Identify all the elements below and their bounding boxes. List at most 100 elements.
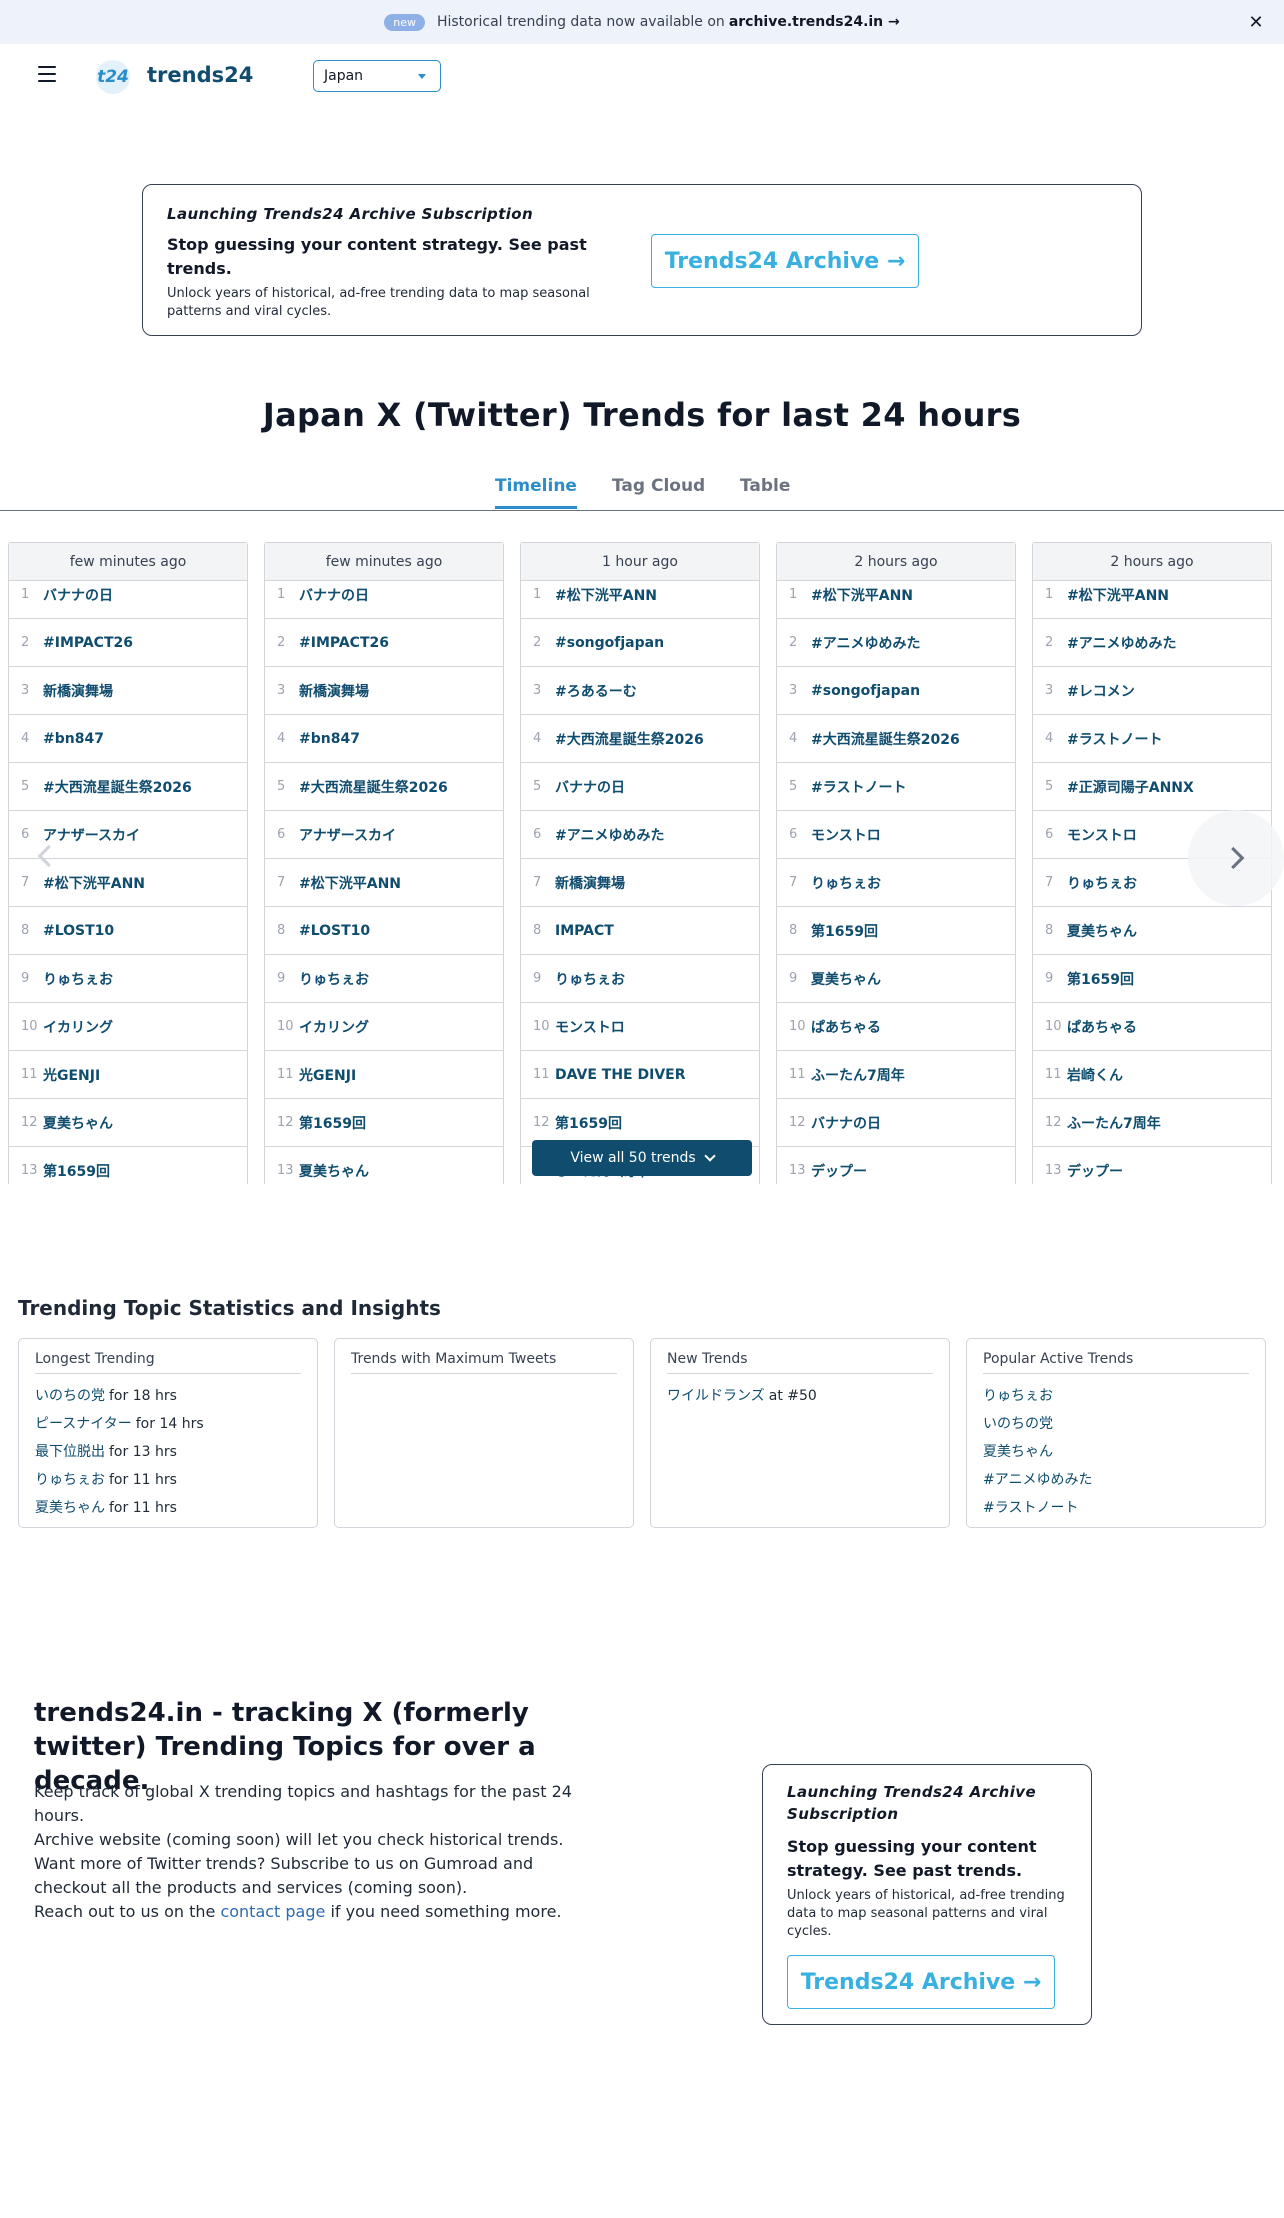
tab-tag-cloud[interactable]: Tag Cloud — [612, 476, 705, 506]
trend-link[interactable]: ふーたん7周年 — [1067, 1113, 1161, 1133]
next-arrow[interactable] — [1188, 810, 1284, 906]
trend-link[interactable]: モンストロ — [811, 825, 881, 845]
trend-link[interactable]: #ろあるーむ — [555, 681, 637, 701]
trend-row: 2 #IMPACT26 — [9, 619, 247, 667]
trend-link[interactable]: 光GENJI — [43, 1065, 100, 1085]
trend-link[interactable]: #松下洸平ANN — [811, 585, 913, 605]
trend-rank: 4 — [277, 731, 286, 746]
archive-button[interactable]: Trends24 Archive → — [787, 1955, 1055, 2009]
trend-link[interactable]: #アニメゆめみた — [1067, 633, 1176, 653]
trend-link[interactable]: #songofjapan — [555, 635, 664, 651]
trend-link[interactable]: #LOST10 — [43, 923, 114, 939]
trend-link[interactable]: 新橋演舞場 — [43, 681, 113, 701]
logo-text[interactable]: trends24 — [147, 63, 253, 87]
trend-row: 13 デップー — [1033, 1147, 1271, 1184]
archive-promo: Launching Trends24 Archive Subscription … — [142, 184, 1142, 336]
trend-rank: 2 — [1045, 635, 1054, 650]
stat-topic-link[interactable]: ワイルドランズ — [667, 1388, 765, 1404]
trend-link[interactable]: バナナの日 — [555, 777, 625, 797]
stat-topic-link[interactable]: いのちの党 — [35, 1388, 105, 1404]
tab-timeline[interactable]: Timeline — [495, 476, 577, 509]
trend-link[interactable]: #songofjapan — [811, 683, 920, 699]
trend-link[interactable]: #大西流星誕生祭2026 — [43, 777, 192, 797]
trend-link[interactable]: モンストロ — [1067, 825, 1137, 845]
trend-link[interactable]: イカリング — [43, 1017, 113, 1037]
stat-topic-link[interactable]: りゅちぇお — [983, 1388, 1053, 1404]
trend-link[interactable]: りゅちぇお — [811, 873, 881, 893]
trend-link[interactable]: #アニメゆめみた — [811, 633, 920, 653]
trend-link[interactable]: 夏美ちゃん — [1067, 921, 1137, 941]
trend-link[interactable]: #ラストノート — [1067, 729, 1162, 749]
trend-link[interactable]: 第1659回 — [811, 921, 878, 941]
trend-link[interactable]: 夏美ちゃん — [43, 1113, 113, 1133]
stat-card: Longest Trending いのちの党 for 18 hrs ピースナイター fo… — [18, 1338, 318, 1528]
trend-link[interactable]: 新橋演舞場 — [555, 873, 625, 893]
trend-link[interactable]: #大西流星誕生祭2026 — [811, 729, 960, 749]
contact-page-link[interactable]: contact page — [220, 1902, 325, 1921]
trend-link[interactable]: #IMPACT26 — [43, 635, 133, 651]
trend-link[interactable]: #松下洸平ANN — [555, 585, 657, 605]
trend-link[interactable]: 第1659回 — [555, 1113, 622, 1133]
trend-link[interactable]: ぱあちゃる — [811, 1017, 881, 1037]
trend-link[interactable]: 夏美ちゃん — [299, 1161, 369, 1181]
view-all-trends-button[interactable]: View all 50 trends — [532, 1140, 752, 1176]
trend-link[interactable]: モンストロ — [555, 1017, 625, 1037]
trend-link[interactable]: #bn847 — [299, 731, 360, 747]
menu-icon[interactable] — [38, 66, 56, 82]
archive-button[interactable]: Trends24 Archive → — [651, 234, 919, 288]
trend-link[interactable]: 新橋演舞場 — [299, 681, 369, 701]
trend-link[interactable]: りゅちぇお — [43, 969, 113, 989]
trend-link[interactable]: バナナの日 — [811, 1113, 881, 1133]
trend-link[interactable]: ぱあちゃる — [1067, 1017, 1137, 1037]
trend-link[interactable]: DAVE THE DIVER — [555, 1067, 686, 1083]
trend-link[interactable]: 第1659回 — [43, 1161, 110, 1181]
trend-link[interactable]: 第1659回 — [1067, 969, 1134, 989]
trend-link[interactable]: バナナの日 — [299, 585, 369, 605]
trend-link[interactable]: バナナの日 — [43, 585, 113, 605]
trend-link[interactable]: IMPACT — [555, 923, 614, 939]
banner-archive-link[interactable]: archive.trends24.in → — [729, 14, 900, 30]
trend-link[interactable]: りゅちぇお — [1067, 873, 1137, 893]
stat-topic-link[interactable]: #ラストノート — [983, 1500, 1078, 1516]
trend-rank: 1 — [1045, 587, 1054, 602]
trend-link[interactable]: #正源司陽子ANNX — [1067, 777, 1194, 797]
stat-topic-link[interactable]: いのちの党 — [983, 1416, 1053, 1432]
close-icon[interactable]: ✕ — [1244, 10, 1268, 34]
trend-row: 3 新橋演舞場 — [265, 667, 503, 715]
trend-link[interactable]: デップー — [811, 1161, 867, 1181]
tab-table[interactable]: Table — [740, 476, 790, 506]
stat-topic-link[interactable]: ピースナイター — [35, 1416, 132, 1432]
trend-link[interactable]: 夏美ちゃん — [811, 969, 881, 989]
stat-topic-link[interactable]: 夏美ちゃん — [35, 1500, 105, 1516]
trend-link[interactable]: #アニメゆめみた — [555, 825, 664, 845]
trend-link[interactable]: #IMPACT26 — [299, 635, 389, 651]
trend-link[interactable]: #bn847 — [43, 731, 104, 747]
trend-link[interactable]: ふーたん7周年 — [811, 1065, 905, 1085]
trend-link[interactable]: #レコメン — [1067, 681, 1135, 701]
trend-link[interactable]: #大西流星誕生祭2026 — [555, 729, 704, 749]
trend-link[interactable]: #松下洸平ANN — [1067, 585, 1169, 605]
trend-link[interactable]: #ラストノート — [811, 777, 906, 797]
trend-link[interactable]: #LOST10 — [299, 923, 370, 939]
trend-link[interactable]: りゅちぇお — [299, 969, 369, 989]
trend-link[interactable]: 岩崎くん — [1067, 1065, 1123, 1085]
trend-rank: 10 — [533, 1019, 550, 1034]
stat-topic-link[interactable]: 最下位脱出 — [35, 1444, 105, 1460]
trend-link[interactable]: イカリング — [299, 1017, 369, 1037]
stat-topic-link[interactable]: りゅちぇお — [35, 1472, 105, 1488]
stat-topic-link[interactable]: #アニメゆめみた — [983, 1472, 1092, 1488]
trend-link[interactable]: アナザースカイ — [299, 825, 396, 845]
prev-arrow[interactable] — [0, 808, 94, 904]
trend-link[interactable]: デップー — [1067, 1161, 1123, 1181]
logo-icon[interactable]: t24 — [96, 60, 130, 94]
trend-link[interactable]: 第1659回 — [299, 1113, 366, 1133]
trend-link[interactable]: 光GENJI — [299, 1065, 356, 1085]
trend-link[interactable]: りゅちぇお — [555, 969, 625, 989]
trend-row: 4 #ラストノート — [1033, 715, 1271, 763]
country-select[interactable]: Japan — [313, 60, 441, 92]
stat-topic-link[interactable]: 夏美ちゃん — [983, 1444, 1053, 1460]
promo-headline: Stop guessing your content strategy. See… — [787, 1837, 1037, 1880]
trend-rank: 11 — [789, 1067, 806, 1082]
trend-link[interactable]: #松下洸平ANN — [299, 873, 401, 893]
trend-link[interactable]: #大西流星誕生祭2026 — [299, 777, 448, 797]
